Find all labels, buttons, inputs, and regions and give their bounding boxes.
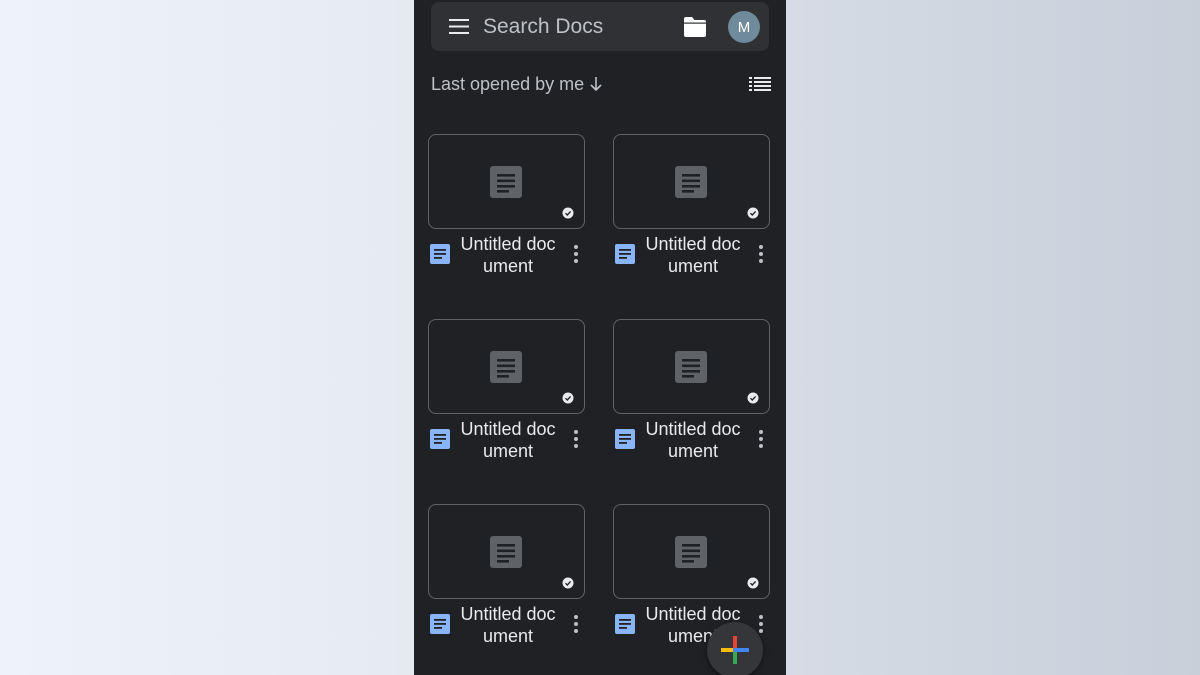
new-document-button[interactable] xyxy=(707,622,763,675)
google-docs-icon xyxy=(430,244,450,264)
more-vert-icon[interactable] xyxy=(568,614,584,634)
available-offline-icon xyxy=(562,207,574,219)
available-offline-icon xyxy=(562,392,574,404)
document-title[interactable]: Untitled document xyxy=(643,418,743,462)
docs-app-screen: M Last opened by me xyxy=(414,0,786,675)
search-input[interactable] xyxy=(483,12,673,42)
folder-icon[interactable] xyxy=(683,16,707,38)
available-offline-icon xyxy=(747,207,759,219)
document-title[interactable]: Untitled document xyxy=(458,233,558,277)
document-icon xyxy=(490,536,522,568)
more-vert-icon[interactable] xyxy=(753,244,769,264)
available-offline-icon xyxy=(562,577,574,589)
search-bar[interactable]: M xyxy=(431,2,769,51)
document-thumbnail[interactable] xyxy=(613,504,770,599)
document-title[interactable]: Untitled document xyxy=(458,603,558,647)
document-icon xyxy=(675,351,707,383)
google-docs-icon xyxy=(430,614,450,634)
document-title[interactable]: Untitled document xyxy=(643,233,743,277)
document-card[interactable]: Untitled document xyxy=(613,134,771,294)
document-card[interactable]: Untitled document xyxy=(428,504,586,664)
sort-selector[interactable]: Last opened by me xyxy=(431,72,603,96)
account-avatar[interactable]: M xyxy=(728,11,760,43)
more-vert-icon[interactable] xyxy=(568,429,584,449)
document-thumbnail[interactable] xyxy=(428,319,585,414)
arrow-down-icon xyxy=(590,77,602,92)
document-card[interactable]: Untitled document xyxy=(428,134,586,294)
more-vert-icon[interactable] xyxy=(753,429,769,449)
google-docs-icon xyxy=(615,614,635,634)
document-title[interactable]: Untitled document xyxy=(458,418,558,462)
menu-icon[interactable] xyxy=(449,18,469,35)
document-icon xyxy=(675,536,707,568)
google-docs-icon xyxy=(430,429,450,449)
document-thumbnail[interactable] xyxy=(613,134,770,229)
sort-label: Last opened by me xyxy=(431,73,585,94)
google-docs-icon xyxy=(615,244,635,264)
document-card[interactable]: Untitled document xyxy=(428,319,586,479)
plus-icon xyxy=(721,636,749,664)
list-view-icon[interactable] xyxy=(749,75,771,93)
document-icon xyxy=(490,166,522,198)
available-offline-icon xyxy=(747,577,759,589)
document-thumbnail[interactable] xyxy=(613,319,770,414)
document-icon xyxy=(675,166,707,198)
document-icon xyxy=(490,351,522,383)
document-thumbnail[interactable] xyxy=(428,134,585,229)
more-vert-icon[interactable] xyxy=(568,244,584,264)
document-thumbnail[interactable] xyxy=(428,504,585,599)
document-card[interactable]: Untitled document xyxy=(613,319,771,479)
available-offline-icon xyxy=(747,392,759,404)
google-docs-icon xyxy=(615,429,635,449)
